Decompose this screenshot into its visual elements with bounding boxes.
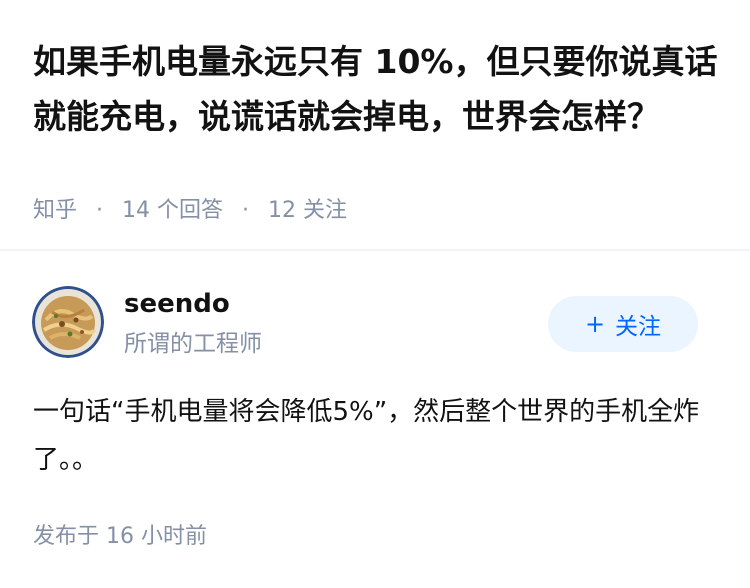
question-title[interactable]: 如果手机电量永远只有 10%，但只要你说真话就能充电，说谎话就会掉电，世界会怎样… xyxy=(33,34,723,144)
source-label[interactable]: 知乎 xyxy=(33,198,77,223)
food-photo-avatar-icon xyxy=(32,286,104,358)
author-name[interactable]: seendo xyxy=(124,287,230,321)
meta-separator: · xyxy=(242,198,250,223)
question-meta: 知乎 · 14 个回答 · 12 关注 xyxy=(33,196,347,226)
question-header: 如果手机电量永远只有 10%，但只要你说真话就能充电，说谎话就会掉电，世界会怎样… xyxy=(0,0,750,250)
follow-button-label: 关注 xyxy=(615,314,662,340)
author-avatar[interactable] xyxy=(32,286,104,358)
section-divider xyxy=(0,249,750,251)
follow-button[interactable]: + 关注 xyxy=(548,296,698,352)
zhihu-answer-card: 如果手机电量永远只有 10%，但只要你说真话就能充电，说谎话就会掉电，世界会怎样… xyxy=(0,0,750,588)
meta-separator: · xyxy=(96,198,104,223)
answers-unit[interactable]: 个回答 xyxy=(157,198,223,223)
time-label: 发布于 xyxy=(33,524,100,549)
time-value: 16 小时前 xyxy=(106,524,208,549)
follow-unit: 关注 xyxy=(303,198,348,223)
answer-content[interactable]: 一句话“手机电量将会降低5%”，然后整个世界的手机全炸了。。 xyxy=(33,388,713,484)
answer-timestamp: 发布于 16 小时前 xyxy=(33,522,207,552)
follow-count: 12 xyxy=(268,198,297,223)
answers-count[interactable]: 14 xyxy=(122,198,150,223)
plus-icon: + xyxy=(584,310,606,338)
author-bio: 所谓的工程师 xyxy=(124,331,262,357)
